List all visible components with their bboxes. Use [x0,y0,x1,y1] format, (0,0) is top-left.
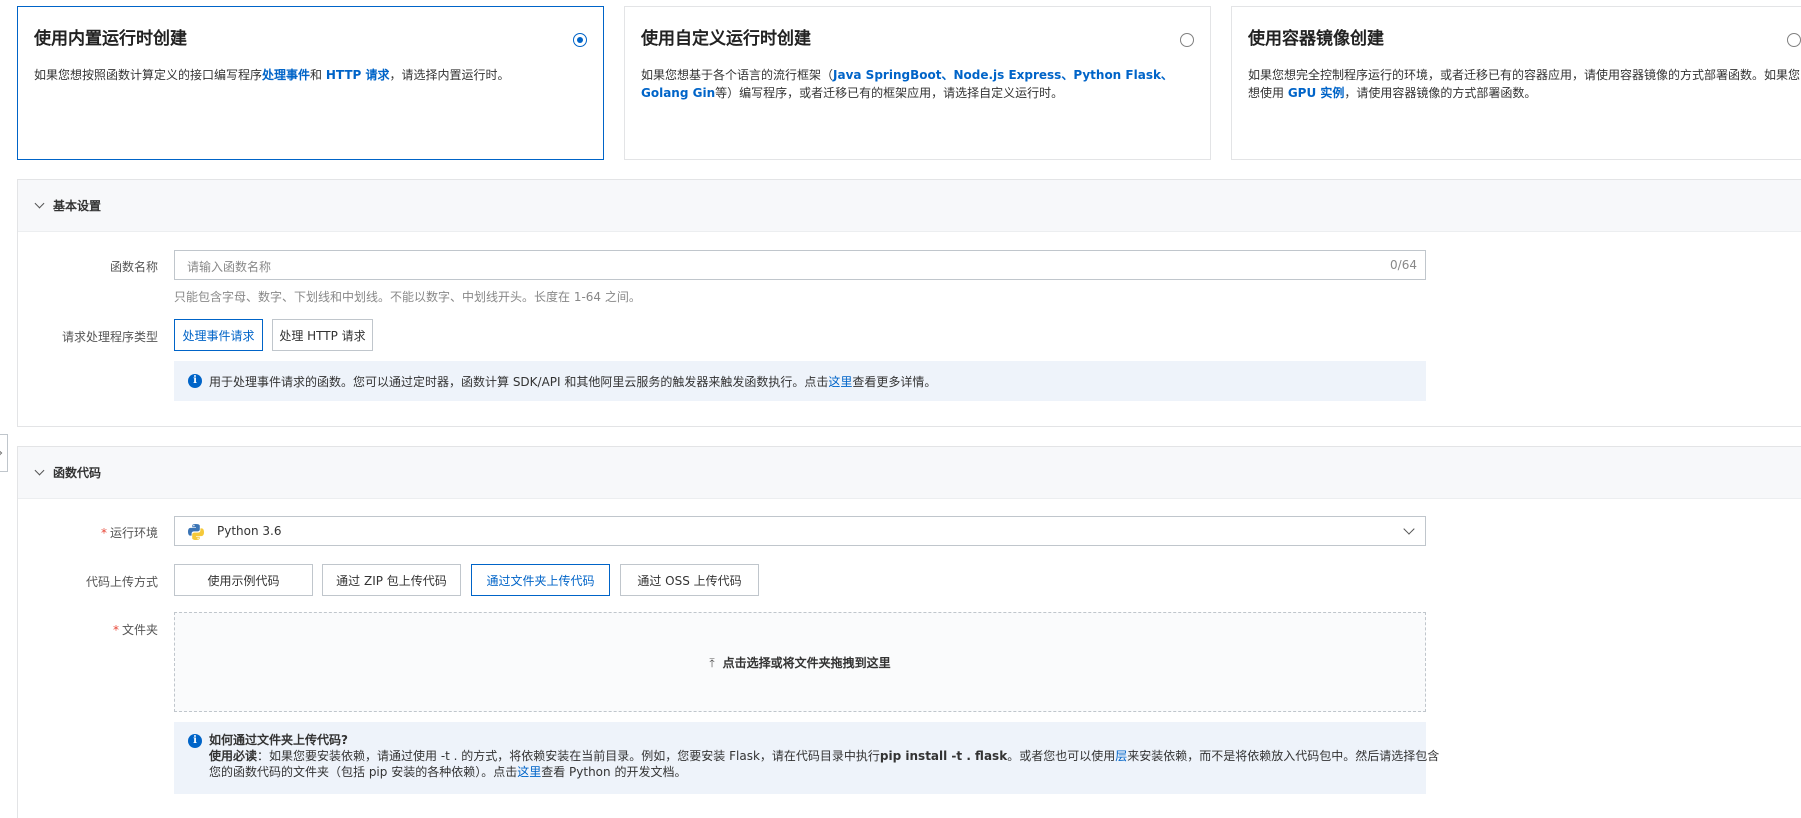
function-name-input[interactable]: 请输入函数名称 0/64 [174,250,1426,280]
card-title: 使用内置运行时创建 [34,29,187,49]
radio-custom-runtime[interactable] [1180,33,1194,47]
handler-http-button[interactable]: 处理 HTTP 请求 [272,319,373,351]
card-description: 如果您想按照函数计算定义的接口编写程序处理事件和 HTTP 请求，请选择内置运行… [34,68,510,82]
basic-settings-section: 基本设置 函数名称 请输入函数名称 0/64 只能包含字母、数字、下划线和中划线… [17,179,1801,427]
info-icon: i [188,734,202,748]
chevron-down-icon [1403,523,1415,535]
function-code-section: 函数代码 * 运行环境 Python 3.6 代码上传方式 使用示例代码 通过 Z… [17,446,1801,818]
handler-notice: i 用于处理事件请求的函数。您可以通过定时器，函数计算 SDK/API 和其他阿… [174,361,1426,401]
link-http-request[interactable]: HTTP 请求 [326,68,390,82]
dropzone-text: ⤒ 点击选择或将文件夹拖拽到这里 [709,656,891,670]
chevron-down-icon [34,465,45,476]
runtime-label: * 运行环境 [100,526,158,540]
help-line-1: 使用必读：如果您要安装依赖，请通过使用 -t . 的方式，将依赖安装在当前目录。… [209,749,1440,763]
card-title: 使用容器镜像创建 [1248,29,1384,49]
card-custom-runtime[interactable]: 使用自定义运行时创建 如果您想基于各个语言的流行框架（Java SpringBo… [624,6,1211,160]
card-title: 使用自定义运行时创建 [641,29,811,49]
card-container-image[interactable]: 使用容器镜像创建 如果您想完全控制程序运行的环境，或者迁移已有的容器应用，请使用… [1231,6,1801,160]
function-name-hint: 只能包含字母、数字、下划线和中划线。不能以数字、中划线开头。长度在 1-64 之… [174,290,641,304]
python-icon [188,524,204,540]
folder-upload-help: i 如何通过文件夹上传代码? 使用必读：如果您要安装依赖，请通过使用 -t . … [174,722,1440,794]
notice-text: 用于处理事件请求的函数。您可以通过定时器，函数计算 SDK/API 和其他阿里云… [209,375,937,389]
link-handle-event[interactable]: 处理事件 [262,68,310,82]
help-title: 如何通过文件夹上传代码? [209,733,348,747]
card-builtin-runtime[interactable]: 使用内置运行时创建 如果您想按照函数计算定义的接口编写程序处理事件和 HTTP … [17,6,604,160]
upload-sample-code-button[interactable]: 使用示例代码 [174,564,313,596]
function-name-label: 函数名称 [109,260,158,274]
folder-label: * 文件夹 [112,623,158,637]
char-counter: 0/64 [1390,258,1417,272]
help-link-layer[interactable]: 层 [1115,749,1127,763]
runtime-value: Python 3.6 [217,524,282,538]
upload-method-label: 代码上传方式 [85,575,158,589]
function-code-header[interactable]: 函数代码 [18,447,1801,499]
notice-link-here[interactable]: 这里 [828,375,852,389]
upload-zip-button[interactable]: 通过 ZIP 包上传代码 [322,564,461,596]
input-placeholder: 请输入函数名称 [187,260,272,274]
card-description: 如果您想基于各个语言的流行框架（Java SpringBoot、Node.js … [641,68,1173,100]
upload-folder-button[interactable]: 通过文件夹上传代码 [471,564,610,596]
upload-oss-button[interactable]: 通过 OSS 上传代码 [620,564,759,596]
section-title: 基本设置 [53,199,102,213]
chevron-down-icon [34,198,45,209]
section-title: 函数代码 [53,466,102,480]
radio-container-image[interactable] [1787,33,1801,47]
link-gpu-instance[interactable]: GPU 实例 [1288,86,1345,100]
help-link-here[interactable]: 这里 [517,765,541,779]
help-line-2: 您的函数代码的文件夹（包括 pip 安装的各种依赖）。点击这里查看 Python… [209,765,687,779]
sidebar-expand-handle[interactable] [0,434,8,472]
upload-icon: ⤒ [709,656,715,670]
radio-builtin-runtime[interactable] [573,33,587,47]
folder-dropzone[interactable]: ⤒ 点击选择或将文件夹拖拽到这里 [174,612,1426,712]
runtime-select[interactable]: Python 3.6 [174,516,1426,546]
info-icon: i [188,374,202,388]
card-description: 如果您想完全控制程序运行的环境，或者迁移已有的容器应用，请使用容器镜像的方式部署… [1248,68,1801,100]
handler-type-label: 请求处理程序类型 [61,330,158,344]
basic-settings-header[interactable]: 基本设置 [18,180,1801,232]
handler-event-button[interactable]: 处理事件请求 [174,319,263,351]
